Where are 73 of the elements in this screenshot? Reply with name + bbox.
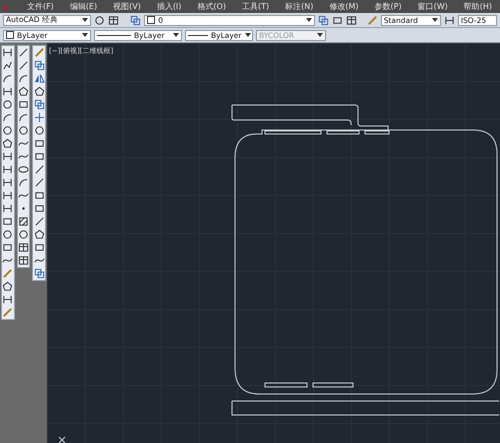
dimension-icon[interactable] [2,177,14,188]
rectangle-icon[interactable] [18,99,29,110]
dimension-icon[interactable] [2,203,14,214]
arc-icon[interactable] [2,73,14,84]
rectangle-icon[interactable] [2,216,14,227]
circle-icon[interactable] [18,229,29,240]
rectangle-icon[interactable] [34,190,45,201]
menu-item[interactable]: 窗口(W) [410,0,456,12]
menu-item[interactable]: 工具(T) [234,0,278,12]
menu-item[interactable]: 修改(M) [321,0,366,12]
table-icon[interactable] [18,242,29,253]
caret-icon [432,18,438,22]
polygon-icon[interactable] [34,86,45,97]
circle-icon[interactable] [34,125,45,136]
arc-icon[interactable] [18,177,29,188]
dimension-icon[interactable] [2,151,14,162]
dimension-icon[interactable] [2,164,14,175]
circle-icon[interactable] [18,125,29,136]
rectangle-icon[interactable] [34,138,45,149]
copy-icon[interactable] [318,14,330,26]
caret-icon [82,18,88,22]
rectangle-icon[interactable] [34,151,45,162]
rectangle-icon[interactable] [332,14,344,26]
table-icon[interactable] [108,14,120,26]
menu-item[interactable]: 视图(V) [105,0,149,12]
menu-item[interactable]: 帮助(H) [456,0,500,12]
move-icon[interactable] [34,112,45,123]
dimension-icon[interactable] [2,294,14,305]
table-icon[interactable] [18,255,29,266]
arc-icon[interactable] [2,112,14,123]
copy-icon[interactable] [34,99,45,110]
rectangle-icon[interactable] [2,242,14,253]
rectangle-icon[interactable] [34,242,45,253]
line-icon[interactable] [18,47,29,58]
caret-icon [173,33,179,37]
polygon-icon[interactable] [2,281,14,292]
hatch-icon[interactable] [18,216,29,227]
arc-icon[interactable] [18,73,29,84]
copy-icon[interactable] [130,14,142,26]
line-icon[interactable] [34,177,45,188]
circle-icon[interactable] [2,99,14,110]
dimension-icon[interactable] [2,47,14,58]
polygon-icon[interactable] [34,229,45,240]
dimension-icon[interactable] [2,190,14,201]
circle-icon[interactable] [94,14,106,26]
menu-item[interactable]: 标注(N) [277,0,322,12]
rectangle-icon[interactable] [34,203,45,214]
ellipse-icon[interactable] [18,164,29,175]
line-icon[interactable] [34,164,45,175]
menu-item[interactable]: 插入(I) [148,0,190,12]
circle-icon[interactable] [2,125,14,136]
caret-icon [317,33,323,37]
line-icon[interactable] [18,60,29,71]
polygon-icon[interactable] [2,138,14,149]
ucs-icon [58,436,66,443]
menu-item[interactable]: 文件(F) [18,0,62,12]
polyline-icon[interactable] [2,60,14,71]
menu-item[interactable]: 格式(O) [189,0,234,12]
circle-icon[interactable] [2,229,14,240]
mirror-icon[interactable] [34,73,45,84]
copy-icon[interactable] [34,268,45,279]
caret-icon [82,33,88,37]
polygon-icon[interactable] [18,86,29,97]
menu-item[interactable]: 编辑(E) [62,0,106,12]
menu-item[interactable]: 参数(P) [366,0,410,12]
copy-icon[interactable] [34,60,45,71]
caret-icon [306,18,312,22]
dimension-icon[interactable] [444,14,455,26]
caret-icon [244,33,250,37]
line-icon[interactable] [34,216,45,227]
arc-icon[interactable] [18,112,29,123]
table-icon[interactable] [346,14,358,26]
dimension-icon[interactable] [2,86,14,97]
